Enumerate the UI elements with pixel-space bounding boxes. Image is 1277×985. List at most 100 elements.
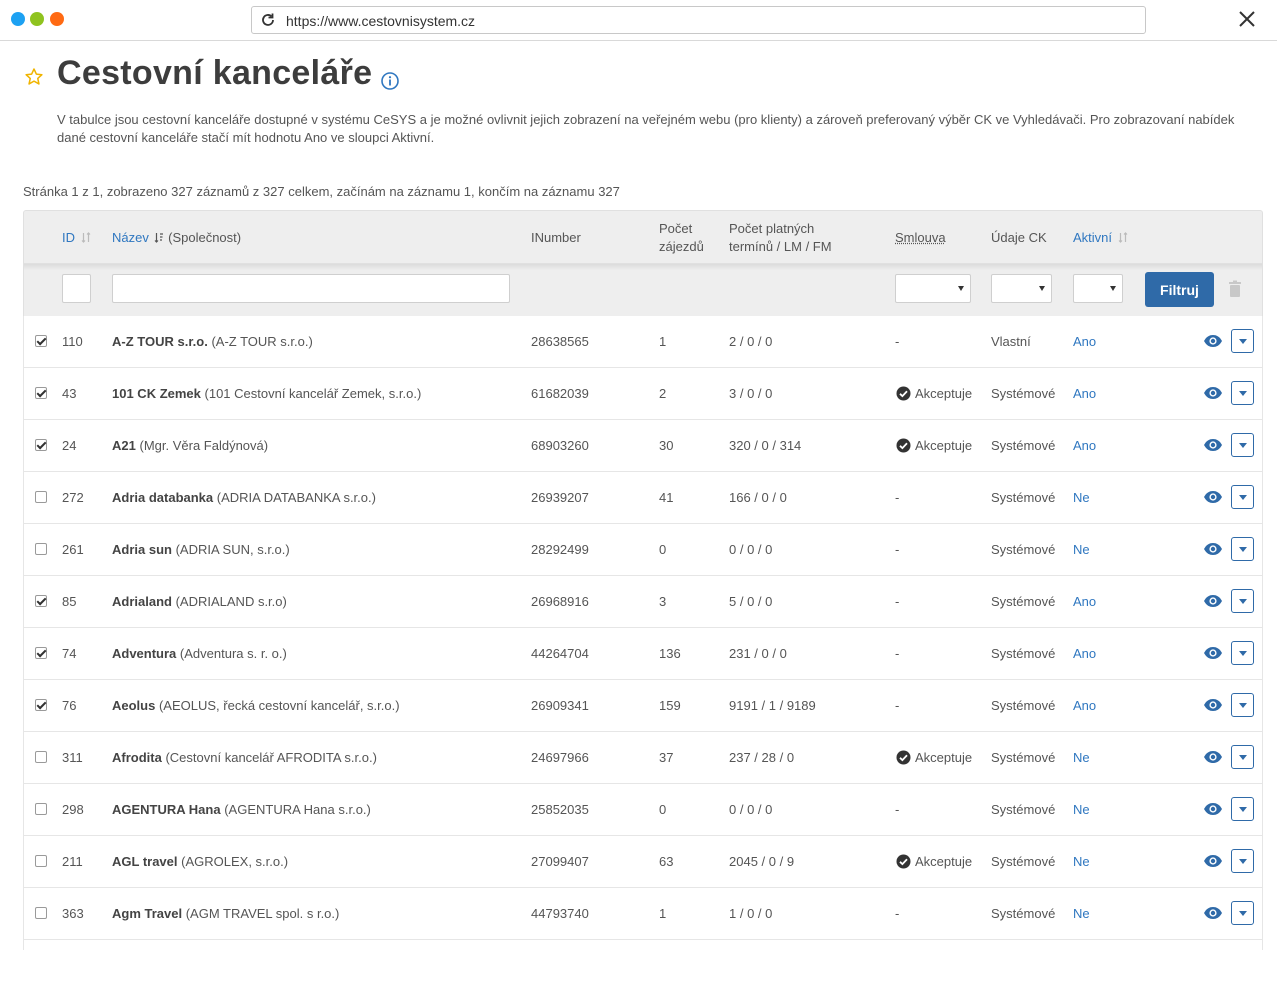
eye-icon[interactable] [1203,802,1223,816]
check-circle-icon [896,438,911,453]
cell-active-toggle[interactable]: Ano [1073,385,1096,403]
row-actions-dropdown[interactable] [1231,641,1254,665]
eye-icon[interactable] [1203,854,1223,868]
cell-name[interactable]: Adria databanka (ADRIA DATABANKA s.r.o.) [112,489,376,507]
eye-icon[interactable] [1203,906,1223,920]
row-checkbox[interactable] [35,803,47,815]
cell-active-toggle[interactable]: Ne [1073,801,1090,819]
cell-name[interactable]: Adria sun (ADRIA SUN, s.r.o.) [112,541,290,559]
cell-active-toggle[interactable]: Ano [1073,593,1096,611]
cell-active-toggle[interactable]: Ano [1073,333,1096,351]
row-checkbox[interactable] [35,855,47,867]
row-actions-dropdown[interactable] [1231,745,1254,769]
cell-active-toggle[interactable]: Ne [1073,749,1090,767]
trash-icon[interactable] [1228,280,1242,298]
cell-inumber: 44264704 [531,646,589,661]
filter-button[interactable]: Filtruj [1145,272,1214,307]
eye-icon[interactable] [1203,594,1223,608]
cell-inumber: 25852035 [531,802,589,817]
row-actions-dropdown[interactable] [1231,589,1254,613]
company-name: (AGM TRAVEL spol. s r.o.) [185,906,340,921]
eye-icon[interactable] [1203,646,1223,660]
data-filter-select[interactable] [991,274,1052,303]
cell-name[interactable]: A-Z TOUR s.r.o. (A-Z TOUR s.r.o.) [112,333,313,351]
cell-active-toggle[interactable]: Ano [1073,437,1096,455]
cell-name[interactable]: AGENTURA Hana (AGENTURA Hana s.r.o.) [112,801,371,819]
window-dot-green[interactable] [30,12,44,26]
cell-data: Vlastní [991,334,1031,349]
cell-terms: 5 / 0 / 0 [729,594,773,609]
address-bar[interactable]: https://www.cestovnisystem.cz [251,6,1146,34]
row-checkbox[interactable] [35,491,47,503]
column-header-name[interactable]: Název (Společnost) [112,229,241,247]
contract-status: Akceptuje [915,386,973,401]
info-icon[interactable] [380,71,400,91]
row-checkbox[interactable] [35,335,47,347]
row-checkbox[interactable] [35,543,47,555]
eye-icon[interactable] [1203,542,1223,556]
reload-icon[interactable] [260,12,276,28]
row-actions-dropdown[interactable] [1231,537,1254,561]
name-filter-input[interactable] [112,274,510,303]
cell-active-toggle[interactable]: Ne [1073,905,1090,923]
sort-icon [1118,232,1128,243]
row-checkbox[interactable] [35,907,47,919]
cell-active-toggle[interactable]: Ne [1073,853,1090,871]
column-header-active[interactable]: Aktivní [1073,229,1128,247]
table-row: 261 Adria sun (ADRIA SUN, s.r.o.) 28292499… [23,524,1263,576]
id-filter-input[interactable] [62,274,91,303]
column-header-inumber: INumber [531,230,581,245]
terms-header-line2: termínů / LM / FM [729,239,832,254]
row-actions-dropdown[interactable] [1231,693,1254,717]
eye-icon[interactable] [1203,698,1223,712]
cell-name[interactable]: AGL travel (AGROLEX, s.r.o.) [112,853,288,871]
row-checkbox[interactable] [35,751,47,763]
contract-filter-select[interactable] [895,274,971,303]
close-icon[interactable] [1237,9,1257,29]
cell-active-toggle[interactable]: Ne [1073,541,1090,559]
cell-active-toggle[interactable]: Ne [1073,489,1090,507]
eye-icon[interactable] [1203,438,1223,452]
row-checkbox[interactable] [35,647,47,659]
table-row: 363 Agm Travel (AGM TRAVEL spol. s r.o.) 4… [23,888,1263,940]
row-actions-dropdown[interactable] [1231,849,1254,873]
cell-id: 272 [62,490,84,505]
row-checkbox[interactable] [35,387,47,399]
page-description: V tabulce jsou cestovní kanceláře dostup… [57,112,1235,145]
eye-icon[interactable] [1203,750,1223,764]
row-checkbox[interactable] [35,439,47,451]
cell-terms: 320 / 0 / 314 [729,438,802,453]
chevron-down-icon [1239,339,1247,344]
row-checkbox[interactable] [35,595,47,607]
active-filter-select[interactable] [1073,274,1123,303]
cell-name[interactable]: 101 CK Zemek (101 Cestovní kancelář Zeme… [112,385,421,403]
row-actions-dropdown[interactable] [1231,797,1254,821]
table-row: 272 Adria databanka (ADRIA DATABANKA s.r.… [23,472,1263,524]
agency-name: A21 [112,438,136,453]
eye-icon[interactable] [1203,386,1223,400]
window-dot-orange[interactable] [50,12,64,26]
row-checkbox[interactable] [35,699,47,711]
eye-icon[interactable] [1203,334,1223,348]
cell-name[interactable]: Agm Travel (AGM TRAVEL spol. s r.o.) [112,905,339,923]
cell-active-toggle[interactable]: Ano [1073,697,1096,715]
cell-trips: 2 [659,386,667,401]
company-name: (ADRIALAND s.r.o) [175,594,287,609]
cell-active-toggle[interactable]: Ano [1073,645,1096,663]
column-header-id[interactable]: ID [62,229,91,247]
row-actions-dropdown[interactable] [1231,901,1254,925]
window-dot-blue[interactable] [11,12,25,26]
row-actions-dropdown[interactable] [1231,381,1254,405]
cell-name[interactable]: A21 (Mgr. Věra Faldýnová) [112,437,268,455]
name-header-label[interactable]: Název [112,230,149,245]
eye-icon[interactable] [1203,490,1223,504]
cell-name[interactable]: Adrialand (ADRIALAND s.r.o) [112,593,287,611]
star-icon[interactable] [24,67,44,87]
cell-name[interactable]: Afrodita (Cestovní kancelář AFRODITA s.r… [112,749,377,767]
cell-name[interactable]: Adventura (Adventura s. r. o.) [112,645,287,663]
row-actions-dropdown[interactable] [1231,433,1254,457]
cell-name[interactable]: Aeolus (AEOLUS, řecká cestovní kancelář,… [112,697,400,715]
cell-data: Systémové [991,594,1056,609]
row-actions-dropdown[interactable] [1231,329,1254,353]
row-actions-dropdown[interactable] [1231,485,1254,509]
